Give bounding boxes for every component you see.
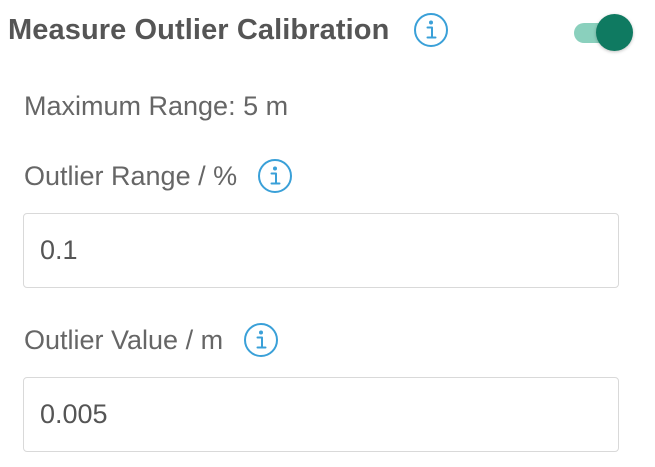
outlier-value-input[interactable] [40,399,618,430]
outlier-range-field[interactable] [23,213,619,288]
calibration-toggle[interactable] [572,14,634,52]
outlier-range-label-row: Outlier Range / % [24,158,293,194]
info-icon[interactable] [413,12,449,48]
outlier-value-field[interactable] [23,377,619,452]
outlier-range-input[interactable] [40,235,618,266]
section-title: Measure Outlier Calibration [8,13,390,46]
outlier-value-label: Outlier Value / m [24,324,224,355]
outlier-range-label: Outlier Range / % [24,160,238,191]
outlier-calibration-panel: Measure Outlier Calibration Maximum Rang… [0,0,655,467]
info-icon[interactable] [243,322,279,358]
section-header: Measure Outlier Calibration [8,6,449,54]
toggle-knob [596,14,633,51]
maximum-range-text: Maximum Range: 5 m [24,91,289,121]
info-icon[interactable] [257,158,293,194]
outlier-value-label-row: Outlier Value / m [24,322,279,358]
